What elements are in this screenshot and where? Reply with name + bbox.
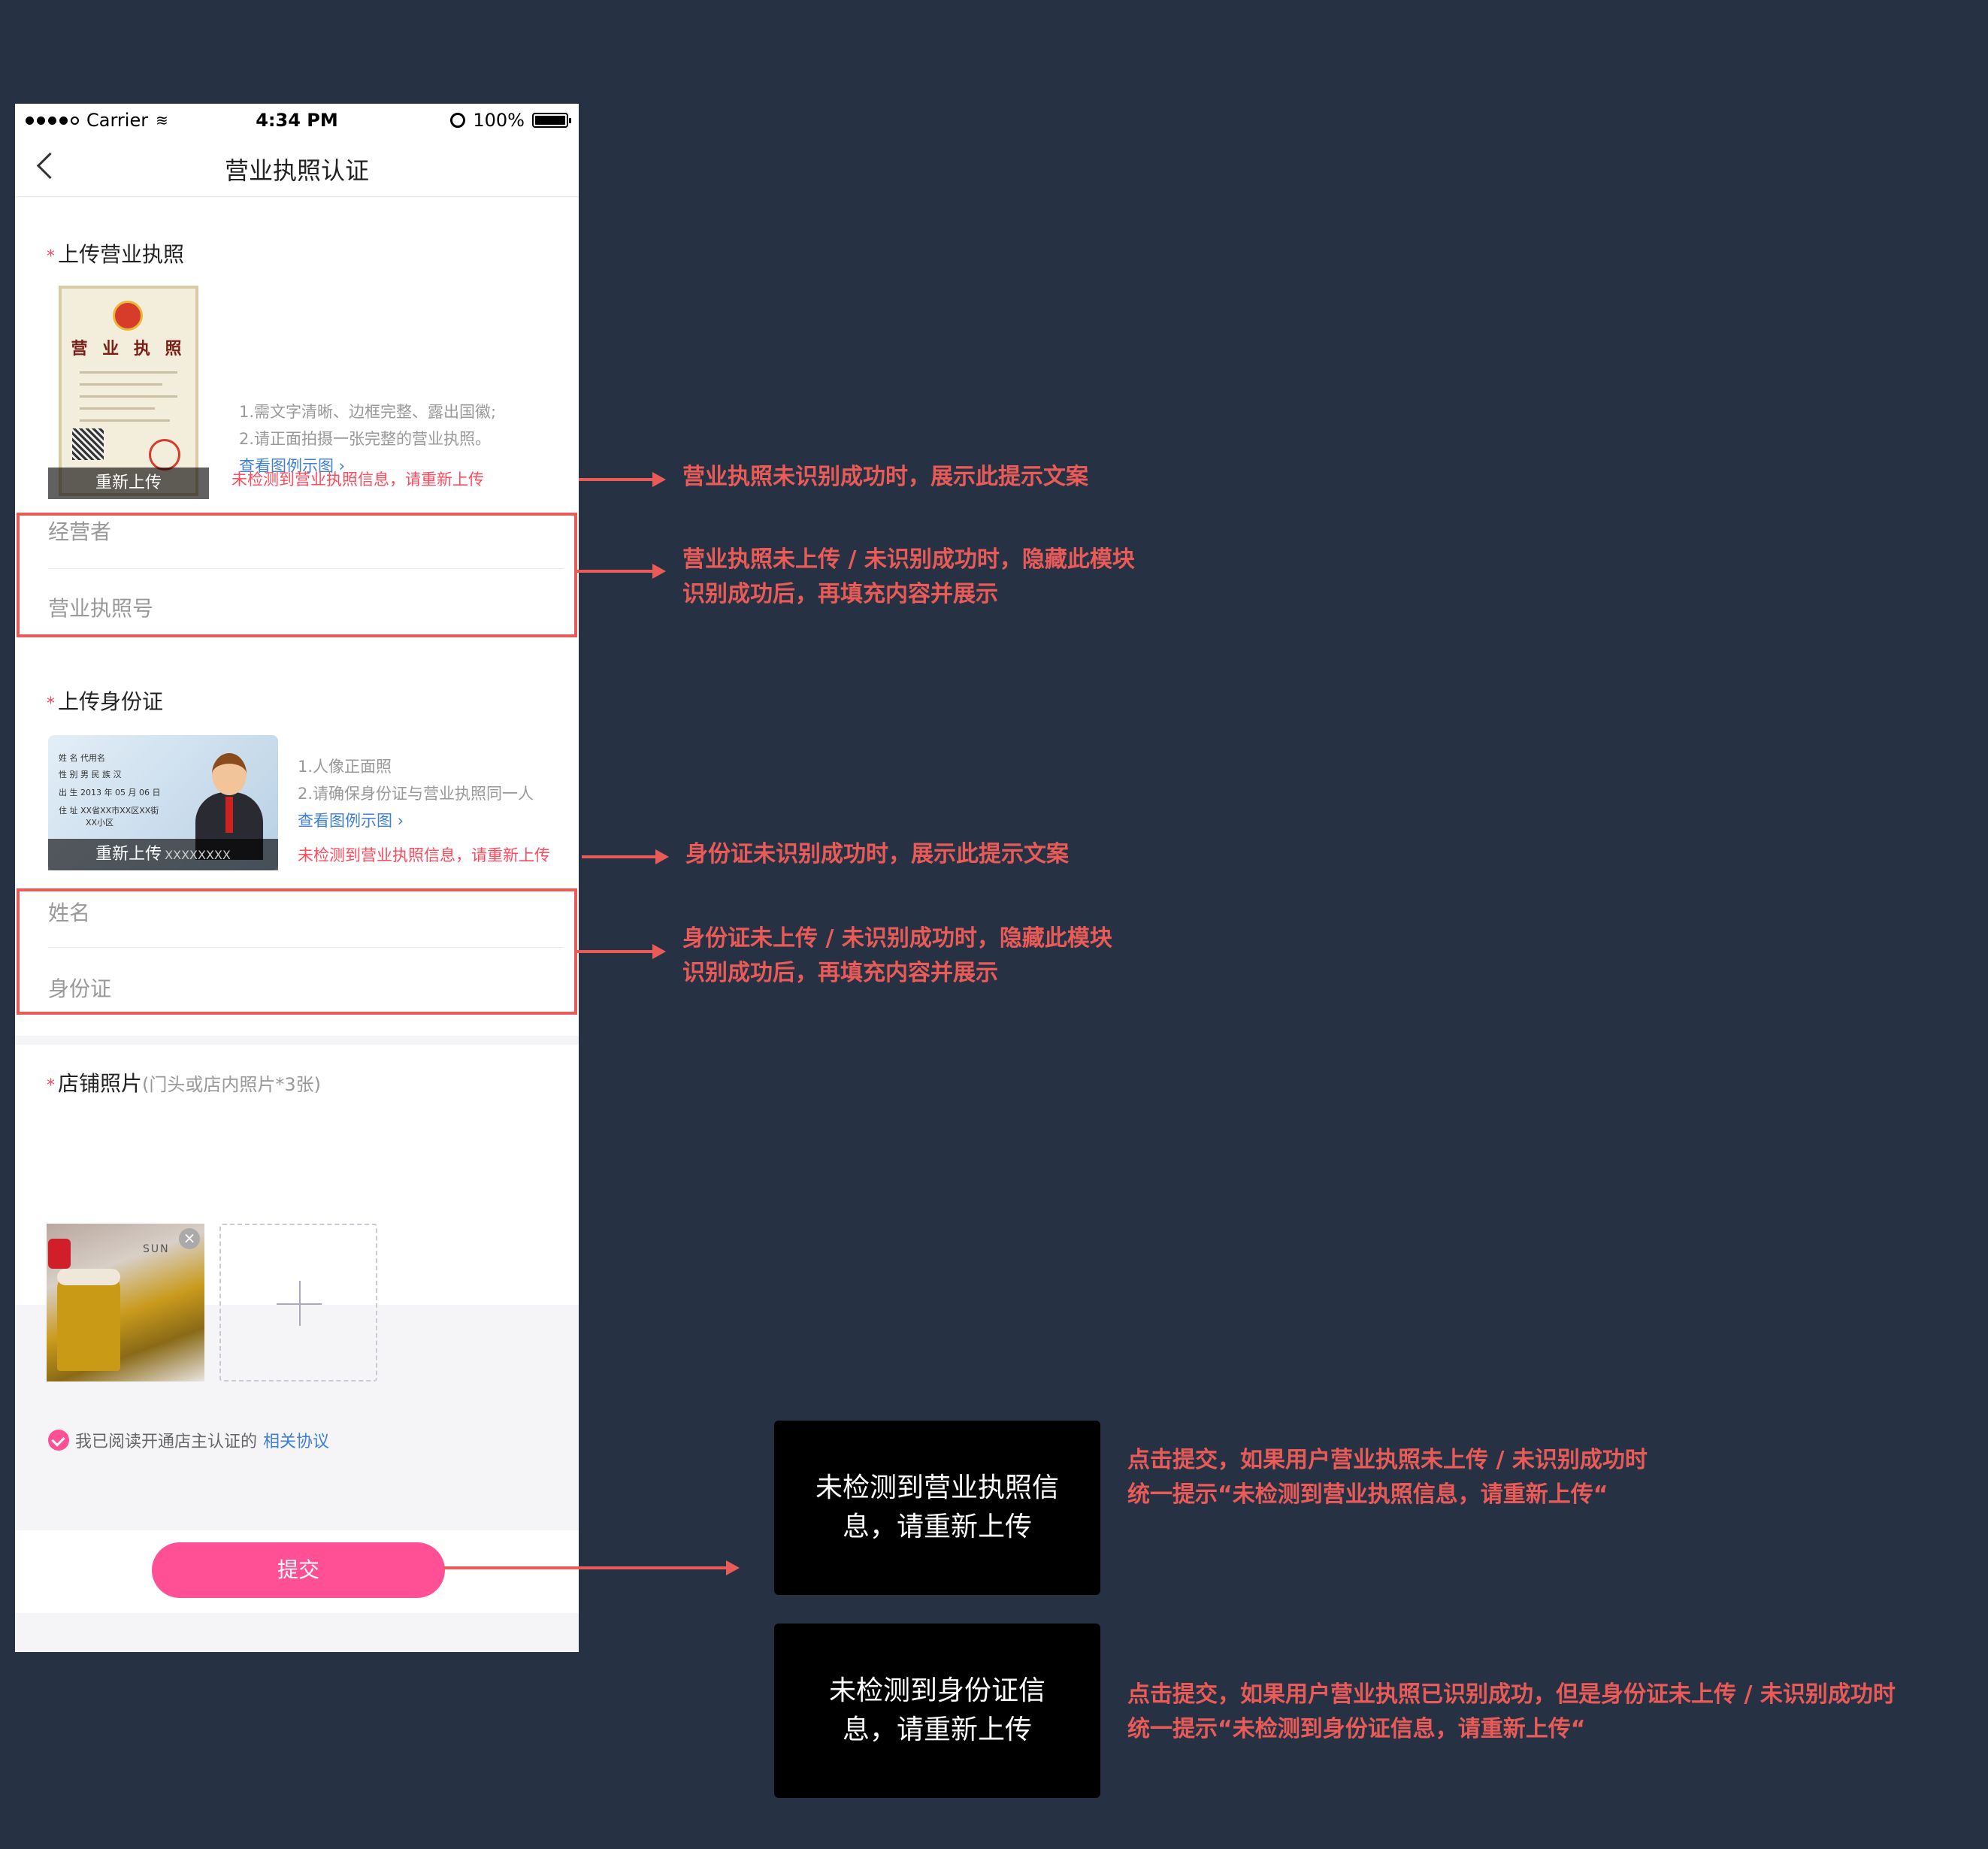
idcard-birth-line: 出 生 2013 年 05 月 06 日 [59, 788, 161, 797]
annotation-submit-idcard-line1: 点击提交，如果用户营业执照已识别成功，但是身份证未上传 / 未识别成功时 [1127, 1681, 1896, 1708]
required-mark: * [47, 1076, 55, 1095]
idcard-address-line-2: XX小区 [86, 818, 114, 828]
required-mark: * [47, 247, 55, 266]
annotation-submit-idcard: 点击提交，如果用户营业执照已识别成功，但是身份证未上传 / 未识别成功时 统一提… [1127, 1678, 1896, 1747]
annotation-submit-idcard-line2: 统一提示“未检测到身份证信息，请重新上传“ [1127, 1716, 1586, 1742]
toast-idcard-error: 未检测到身份证信息，请重新上传 [774, 1624, 1100, 1798]
idcard-tips: 1.人像正面照 2.请确保身份证与营业执照同一人 查看图例示图 › [298, 753, 534, 834]
store-sign-text: SUN [143, 1243, 170, 1255]
annotation-idcard-error: 身份证未识别成功时，展示此提示文案 [685, 841, 1069, 867]
annotation-idcard-fields-line1: 身份证未上传 / 未识别成功时，隐藏此模块 [682, 925, 1112, 952]
idcard-tip-1: 1.人像正面照 [298, 758, 392, 776]
national-emblem-icon [113, 301, 143, 331]
qr-code-icon [72, 428, 104, 460]
arrow-icon [579, 472, 666, 487]
license-error-text: 未检测到营业执照信息，请重新上传 [231, 471, 484, 489]
battery-percent: 100% [473, 110, 525, 131]
agreement-link[interactable]: 相关协议 [263, 1428, 329, 1452]
license-image-title: 营 业 执 照 [71, 340, 186, 359]
idcard-tip-2: 2.请确保身份证与营业执照同一人 [298, 785, 534, 803]
battery-icon [532, 113, 571, 128]
license-tip-2: 2.请正面拍摄一张完整的营业执照。 [239, 430, 492, 448]
phone-screen: Carrier ≋ 4:34 PM 100% 营业执照认证 * 上传营业执照 营 … [15, 104, 579, 1652]
agreement-checkbox[interactable] [48, 1430, 69, 1451]
license-section-title: * 上传营业执照 [47, 238, 184, 268]
idcard-error-text: 未检测到营业执照信息，请重新上传 [298, 846, 550, 864]
rotation-lock-icon [450, 113, 466, 128]
annotation-license-fields: 营业执照未上传 / 未识别成功时，隐藏此模块 识别成功后，再填充内容并展示 [682, 543, 1135, 612]
agreement-text: 我已阅读开通店主认证的 [75, 1433, 258, 1451]
submit-bar: 提交 [15, 1530, 579, 1613]
arrow-icon [443, 1560, 740, 1575]
idcard-reupload-button[interactable]: 重新上传 XXXXXXXX [48, 839, 278, 870]
idcard-reupload-label: 重新上传 [95, 845, 162, 864]
remove-photo-icon[interactable]: × [179, 1228, 200, 1249]
store-title-text: 店铺照片 [58, 1071, 143, 1096]
required-mark: * [47, 695, 55, 713]
annotation-idcard-fields-line2: 识别成功后，再填充内容并展示 [682, 960, 998, 986]
license-image[interactable]: 营 业 执 照 [59, 286, 198, 496]
idcard-sex-line: 性 别 男 民 族 汉 [59, 770, 122, 779]
annotation-submit-license: 点击提交，如果用户营业执照未上传 / 未识别成功时 统一提示“未检测到营业执照信… [1127, 1443, 1648, 1512]
annotation-submit-license-line2: 统一提示“未检测到营业执照信息，请重新上传“ [1127, 1481, 1608, 1508]
idcard-fields-highlight [17, 888, 577, 1015]
annotation-license-fields-line1: 营业执照未上传 / 未识别成功时，隐藏此模块 [682, 546, 1135, 573]
arrow-icon [582, 849, 669, 864]
toast-license-error: 未检测到营业执照信息，请重新上传 [774, 1421, 1100, 1595]
annotation-license-fields-line2: 识别成功后，再填充内容并展示 [682, 581, 998, 607]
page-title: 营业执照认证 [224, 156, 369, 185]
arrow-icon [577, 564, 666, 579]
nav-bar: 营业执照认证 [15, 137, 579, 197]
store-section-title: * 店铺照片(门头或店内照片*3张) [47, 1067, 321, 1097]
seal-icon [149, 439, 180, 471]
annotation-submit-license-line1: 点击提交，如果用户营业执照未上传 / 未识别成功时 [1127, 1447, 1648, 1473]
store-hint: (门头或店内照片*3张) [142, 1074, 322, 1095]
license-reupload-button[interactable]: 重新上传 [48, 468, 209, 499]
license-fields-highlight [17, 513, 577, 637]
idcard-number-text: XXXXXXXX [165, 848, 231, 862]
status-bar: Carrier ≋ 4:34 PM 100% [15, 104, 579, 137]
arrow-icon [577, 944, 666, 959]
license-tip-1: 1.需文字清晰、边框完整、露出国徽; [239, 403, 497, 421]
idcard-name-line: 姓 名 代用名 [59, 753, 105, 763]
submit-button[interactable]: 提交 [152, 1542, 445, 1598]
idcard-example-link[interactable]: 查看图例示图 › [298, 807, 534, 834]
license-title-text: 上传营业执照 [58, 242, 185, 267]
agreement-row: 我已阅读开通店主认证的 相关协议 [48, 1428, 329, 1452]
add-photo-button[interactable] [219, 1224, 377, 1381]
idcard-title-text: 上传身份证 [58, 689, 164, 714]
store-photo-thumbnail[interactable]: SUN × [47, 1224, 204, 1381]
idcard-address-line: 住 址 XX省XX市XX区XX街 [59, 806, 159, 816]
idcard-section-title: * 上传身份证 [47, 685, 163, 716]
battery-indicator: 100% [450, 110, 571, 131]
annotation-license-error: 营业执照未识别成功时，展示此提示文案 [682, 464, 1088, 490]
annotation-idcard-fields: 身份证未上传 / 未识别成功时，隐藏此模块 识别成功后，再填充内容并展示 [682, 921, 1112, 991]
